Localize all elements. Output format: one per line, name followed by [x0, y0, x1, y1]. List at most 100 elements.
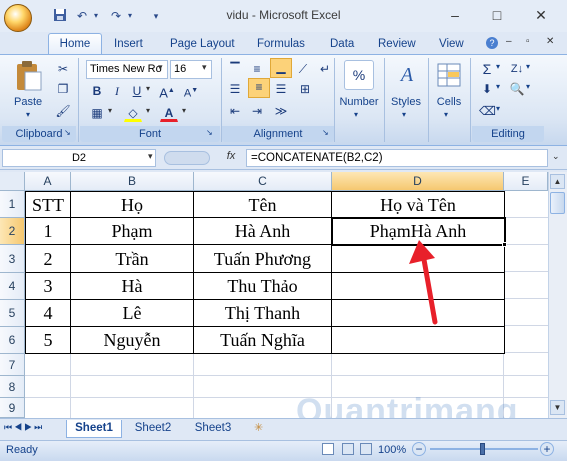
- table-cell[interactable]: Hà: [71, 273, 194, 300]
- align-left-icon[interactable]: ☰: [226, 80, 244, 98]
- align-center-icon[interactable]: ≡: [248, 78, 270, 98]
- zoom-in-icon[interactable]: +: [540, 442, 554, 456]
- zoom-slider-thumb[interactable]: [480, 443, 485, 455]
- formula-bar-resize-handle[interactable]: [164, 151, 210, 165]
- find-select-dropdown-icon[interactable]: ▾: [526, 82, 530, 91]
- font-name-field[interactable]: Times New Ro: [86, 60, 168, 79]
- number-button[interactable]: Number: [336, 96, 382, 108]
- orientation-icon[interactable]: ⟋: [294, 60, 312, 78]
- table-cell[interactable]: Thu Thảo: [194, 273, 332, 300]
- table-header-cell[interactable]: STT: [25, 191, 71, 218]
- text-direction-icon[interactable]: ≫: [272, 102, 290, 120]
- table-cell[interactable]: Trần: [71, 245, 194, 273]
- underline-dropdown-icon[interactable]: ▾: [146, 84, 150, 93]
- underline-button[interactable]: U: [128, 82, 146, 100]
- fill-color-dropdown-icon[interactable]: ▾: [146, 106, 150, 115]
- font-size-dropdown-icon[interactable]: ▾: [202, 62, 207, 73]
- page-layout-view-icon[interactable]: [342, 443, 354, 455]
- help-icon[interactable]: ?: [486, 37, 498, 49]
- cut-icon[interactable]: ✂: [54, 60, 72, 78]
- insert-sheet-icon[interactable]: ✳: [254, 421, 263, 434]
- tab-review[interactable]: Review: [378, 35, 416, 55]
- table-header-cell[interactable]: Họ: [71, 191, 194, 218]
- sheet-navigation-icons[interactable]: ⏮◀▶⏭: [4, 422, 44, 433]
- normal-view-icon[interactable]: [322, 443, 334, 455]
- italic-button[interactable]: I: [108, 82, 126, 100]
- increase-indent-icon[interactable]: ⇥: [248, 102, 266, 120]
- alignment-launcher-icon[interactable]: ↘: [322, 128, 329, 137]
- fill-icon[interactable]: ⬇: [478, 80, 496, 98]
- clear-icon[interactable]: ⌫: [478, 102, 496, 120]
- ribbon-minimize-icon[interactable]: –: [506, 36, 512, 47]
- column-e-cells[interactable]: [504, 191, 548, 354]
- clipboard-launcher-icon[interactable]: ↘: [64, 128, 71, 137]
- table-cell[interactable]: 1: [25, 218, 71, 245]
- table-header-cell[interactable]: Họ và Tên: [332, 191, 505, 218]
- select-all-corner[interactable]: [0, 172, 25, 191]
- number-dropdown-icon[interactable]: ▾: [354, 110, 358, 119]
- increase-font-icon[interactable]: A▲: [158, 82, 176, 100]
- close-button[interactable]: ✕: [532, 6, 550, 24]
- font-color-icon[interactable]: A: [160, 104, 178, 122]
- find-select-icon[interactable]: 🔍: [508, 80, 526, 98]
- font-name-dropdown-icon[interactable]: ▾: [158, 62, 163, 73]
- table-header-cell[interactable]: Tên: [194, 191, 332, 218]
- merge-center-icon[interactable]: ⊞: [296, 80, 314, 98]
- row-header-4[interactable]: 4: [0, 273, 25, 300]
- sort-filter-icon[interactable]: Z↓: [508, 60, 526, 78]
- fill-dropdown-icon[interactable]: ▾: [496, 82, 500, 91]
- styles-button[interactable]: Styles: [386, 96, 426, 108]
- tab-insert[interactable]: Insert: [114, 35, 143, 55]
- sheet-tab-sheet2[interactable]: Sheet2: [124, 420, 182, 438]
- column-header-b[interactable]: B: [71, 172, 194, 191]
- tab-formulas[interactable]: Formulas: [257, 35, 305, 55]
- borders-icon[interactable]: ▦: [88, 104, 106, 122]
- insert-function-button[interactable]: fx: [222, 150, 240, 166]
- table-cell[interactable]: 2: [25, 245, 71, 273]
- table-cell[interactable]: 4: [25, 300, 71, 327]
- autosum-dropdown-icon[interactable]: ▾: [496, 62, 500, 71]
- table-cell[interactable]: Hà Anh: [194, 218, 332, 245]
- styles-dropdown-icon[interactable]: ▾: [402, 110, 406, 119]
- table-cell[interactable]: 3: [25, 273, 71, 300]
- column-header-a[interactable]: A: [25, 172, 71, 191]
- decrease-indent-icon[interactable]: ⇤: [226, 102, 244, 120]
- decrease-font-icon[interactable]: A▼: [182, 82, 200, 100]
- align-middle-icon[interactable]: ≡: [248, 60, 266, 78]
- sheet-tab-sheet1[interactable]: Sheet1: [66, 420, 122, 438]
- table-cell[interactable]: [332, 327, 505, 354]
- row-header-7[interactable]: 7: [0, 354, 25, 376]
- maximize-button[interactable]: □: [488, 6, 506, 24]
- table-cell[interactable]: 5: [25, 327, 71, 354]
- sheet-tab-sheet3[interactable]: Sheet3: [184, 420, 242, 438]
- align-top-icon[interactable]: ▔: [226, 60, 244, 78]
- borders-dropdown-icon[interactable]: ▾: [108, 106, 112, 115]
- row-header-6[interactable]: 6: [0, 327, 25, 354]
- align-right-icon[interactable]: ☰: [272, 80, 290, 98]
- paste-button[interactable]: Paste: [14, 96, 46, 108]
- table-cell[interactable]: Phạm: [71, 218, 194, 245]
- paste-dropdown-icon[interactable]: ▾: [26, 110, 30, 119]
- bold-button[interactable]: B: [88, 82, 106, 100]
- scroll-up-icon[interactable]: ▲: [550, 174, 565, 189]
- name-box-dropdown-icon[interactable]: ▾: [148, 151, 153, 162]
- minimize-button[interactable]: –: [446, 6, 464, 24]
- zoom-out-icon[interactable]: −: [412, 442, 426, 456]
- scroll-down-icon[interactable]: ▼: [550, 400, 565, 415]
- row-header-3[interactable]: 3: [0, 245, 25, 273]
- table-cell[interactable]: Nguyễn: [71, 327, 194, 354]
- autosum-icon[interactable]: Σ: [478, 60, 496, 78]
- format-painter-icon[interactable]: 🖌: [54, 102, 72, 120]
- number-format-icon[interactable]: %: [344, 60, 374, 90]
- wrap-text-icon[interactable]: ↵: [316, 60, 334, 78]
- row-header-1[interactable]: 1: [0, 191, 25, 218]
- ribbon-restore-icon[interactable]: ▫: [526, 36, 530, 47]
- cells-dropdown-icon[interactable]: ▾: [444, 110, 448, 119]
- row-header-2[interactable]: 2: [0, 218, 25, 245]
- fill-color-icon[interactable]: ◇: [124, 104, 142, 122]
- zoom-level[interactable]: 100%: [378, 444, 406, 456]
- name-box[interactable]: D2: [2, 149, 156, 167]
- align-bottom-icon[interactable]: ▁: [270, 58, 292, 78]
- table-cell[interactable]: Tuấn Phương: [194, 245, 332, 273]
- column-header-c[interactable]: C: [194, 172, 332, 191]
